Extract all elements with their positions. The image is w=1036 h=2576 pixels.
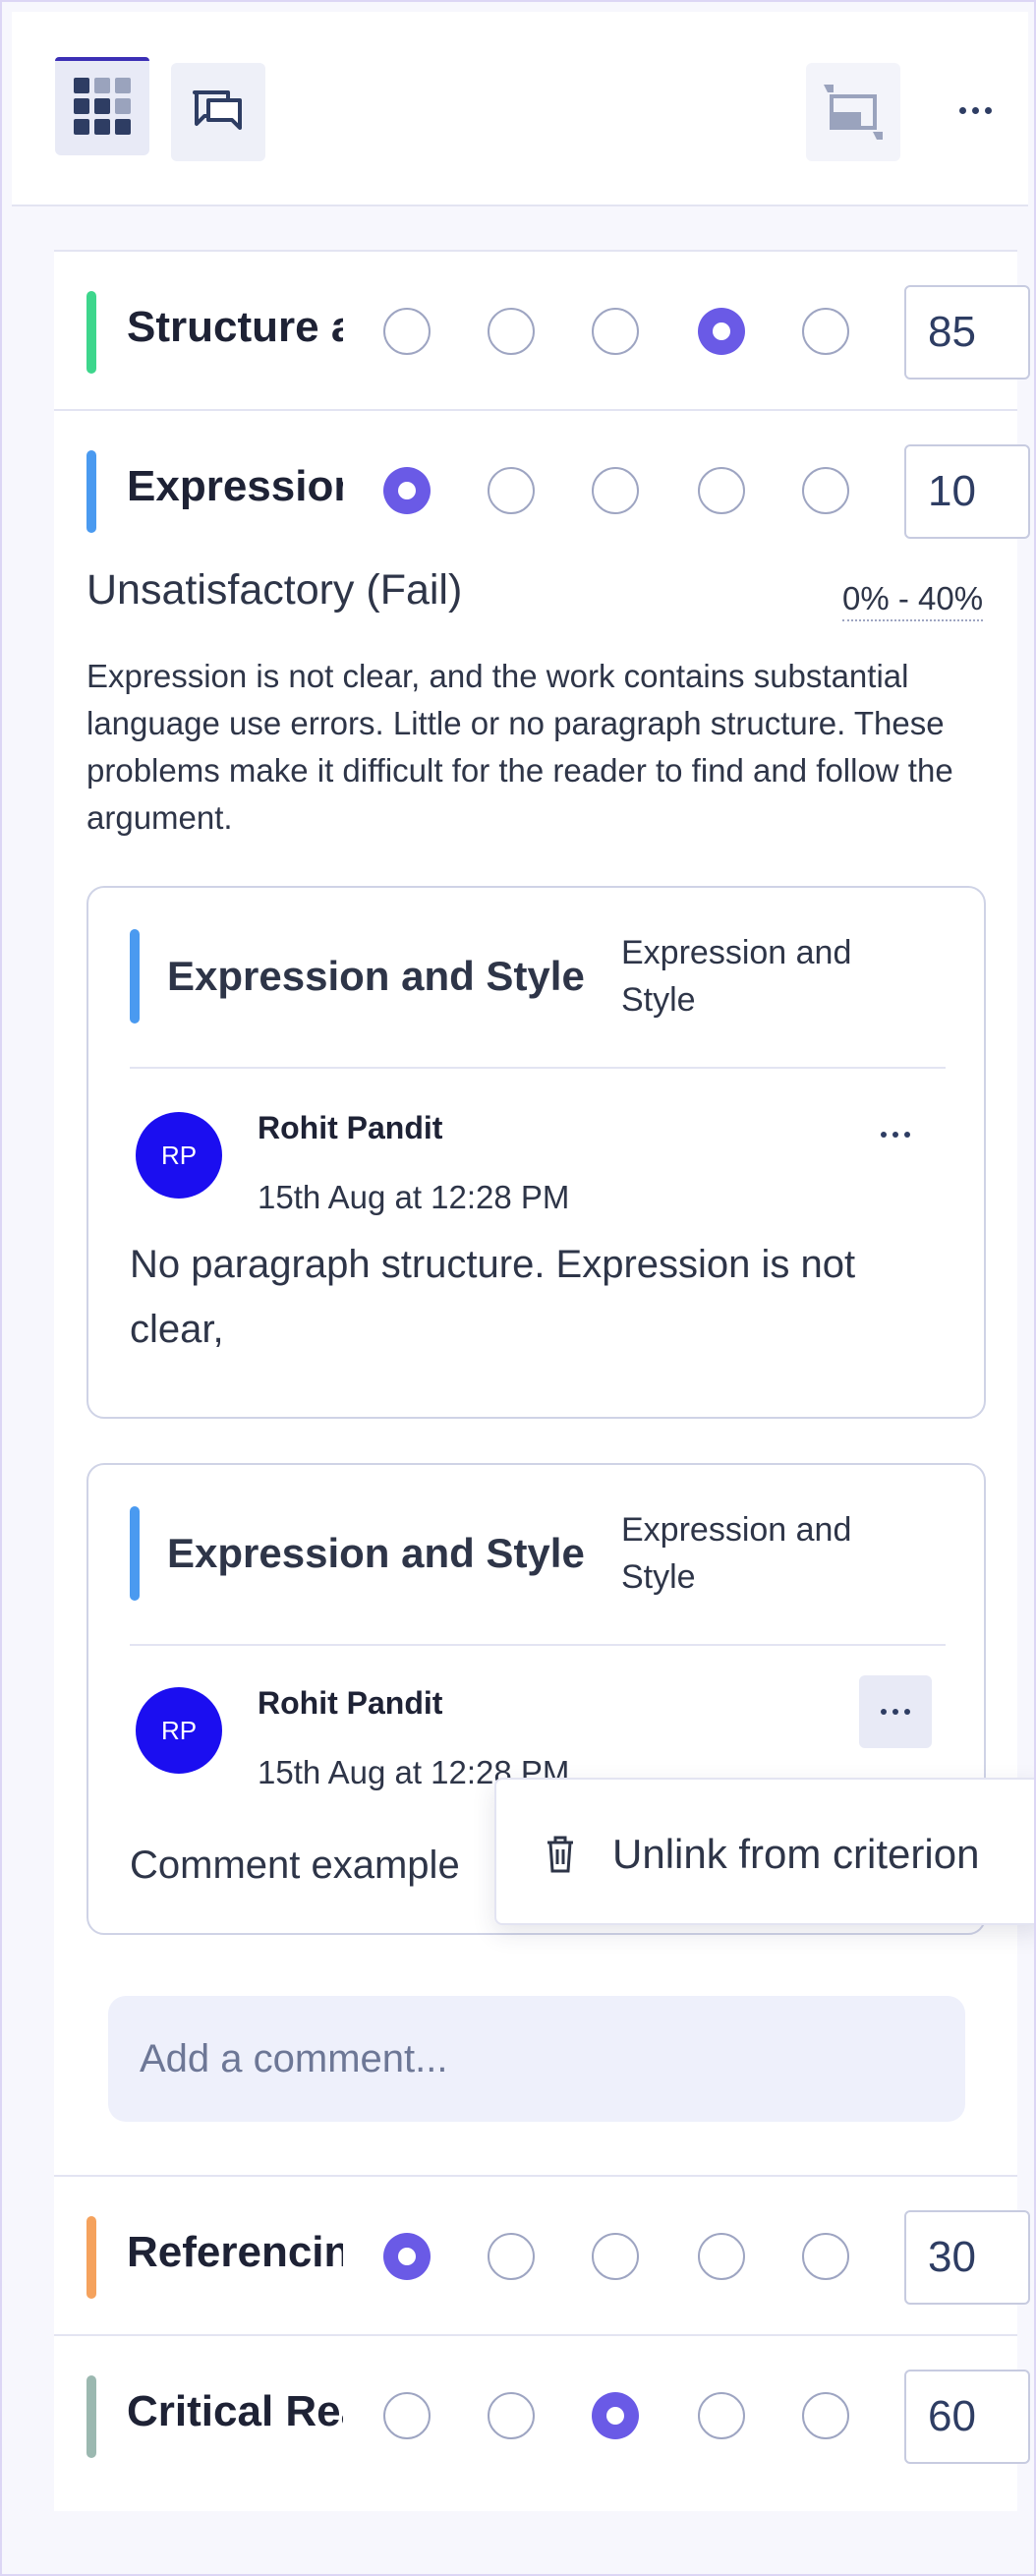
grid-icon: [74, 78, 131, 135]
level-radio[interactable]: [592, 467, 639, 514]
level-radio[interactable]: [383, 467, 431, 514]
comment-author: Rohit Pandit: [258, 1685, 443, 1721]
more-icon: [881, 1709, 910, 1715]
comment-more-button[interactable]: [859, 1675, 932, 1748]
level-radio[interactable]: [383, 2233, 431, 2280]
level-description: Expression is not clear, and the work co…: [86, 658, 953, 836]
comments-view-button[interactable]: [171, 63, 265, 161]
comment-text: No paragraph structure. Expression is no…: [130, 1243, 856, 1351]
level-range: 0% - 40%: [842, 580, 984, 621]
unlink-from-criterion-menu-item[interactable]: Unlink from criterion: [612, 1831, 979, 1878]
level-radio[interactable]: [383, 2392, 431, 2439]
rubric-view-button[interactable]: [55, 57, 149, 155]
level-radio[interactable]: [698, 308, 745, 355]
comment-criterion-title: Expression and Style: [167, 953, 585, 999]
level-radio[interactable]: [592, 308, 639, 355]
chat-icon: [193, 90, 242, 130]
level-radio[interactable]: [802, 467, 849, 514]
criterion-name[interactable]: Critical Reading: [127, 2387, 343, 2436]
criterion-name[interactable]: Expression and Style: [127, 462, 343, 511]
level-radio[interactable]: [698, 2233, 745, 2280]
score-input[interactable]: 30: [904, 2210, 1030, 2305]
comment-context-menu: Unlink from criterion: [494, 1778, 1034, 1925]
score-input[interactable]: 85: [904, 285, 1030, 380]
add-comment-input[interactable]: [108, 1996, 965, 2122]
level-radio[interactable]: [802, 2392, 849, 2439]
criterion-color-bar: [130, 929, 140, 1024]
level-radio[interactable]: [592, 2392, 639, 2439]
score-input[interactable]: 60: [904, 2370, 1030, 2464]
criterion-name[interactable]: Structure and Argument: [127, 303, 343, 352]
level-radio[interactable]: [488, 2233, 535, 2280]
more-icon: [881, 1132, 910, 1138]
trash-icon: [547, 1836, 573, 1873]
comment-criterion-subtitle: Expression and Style: [621, 1511, 852, 1596]
comment-card-header: Expression and Style Expression and Styl…: [130, 1506, 946, 1646]
level-title: Unsatisfactory (Fail): [86, 566, 463, 614]
level-radio[interactable]: [383, 308, 431, 355]
level-radio[interactable]: [698, 2392, 745, 2439]
rubric-panel-frame: Structure and Argument 85 Expression and…: [0, 0, 1036, 2576]
more-icon: [958, 106, 992, 114]
criterion-color-bar: [86, 2216, 96, 2299]
comment-author: Rohit Pandit: [258, 1110, 443, 1145]
level-radio[interactable]: [802, 308, 849, 355]
criterion-row: Critical Reading 60: [54, 2334, 1030, 2493]
criterion-row: Referencing 30: [54, 2175, 1030, 2334]
comment-more-button[interactable]: [859, 1098, 932, 1171]
image-quote-icon: [824, 85, 883, 140]
level-radio[interactable]: [592, 2233, 639, 2280]
comment-criterion-subtitle: Expression and Style: [621, 934, 852, 1019]
level-radio[interactable]: [698, 467, 745, 514]
comment-card: Expression and Style Expression and Styl…: [86, 886, 986, 1419]
add-comment-box: [108, 1996, 965, 2122]
comment-timestamp: 15th Aug at 12:28 PM: [258, 1179, 570, 1215]
criterion-color-bar: [86, 291, 96, 374]
quote-image-button[interactable]: [806, 63, 900, 161]
toolbar-more-button[interactable]: [936, 71, 1014, 149]
comment-card-header: Expression and Style Expression and Styl…: [130, 929, 946, 1069]
criterion-row: Expression and Style 10: [54, 409, 1030, 568]
criterion-color-bar: [130, 1506, 140, 1601]
avatar: RP: [136, 1112, 222, 1199]
score-input[interactable]: 10: [904, 444, 1030, 539]
criteria-panel: Structure and Argument 85 Expression and…: [54, 250, 1030, 2511]
level-radio[interactable]: [488, 2392, 535, 2439]
comment-criterion-title: Expression and Style: [167, 1530, 585, 1576]
level-radio[interactable]: [488, 467, 535, 514]
level-radio[interactable]: [802, 2233, 849, 2280]
criterion-color-bar: [86, 2375, 96, 2458]
criterion-color-bar: [86, 450, 96, 533]
avatar: RP: [136, 1687, 222, 1774]
criterion-name[interactable]: Referencing: [127, 2228, 343, 2277]
criterion-row: Structure and Argument 85: [54, 250, 1030, 409]
level-radio[interactable]: [488, 308, 535, 355]
toolbar: [12, 12, 1028, 206]
